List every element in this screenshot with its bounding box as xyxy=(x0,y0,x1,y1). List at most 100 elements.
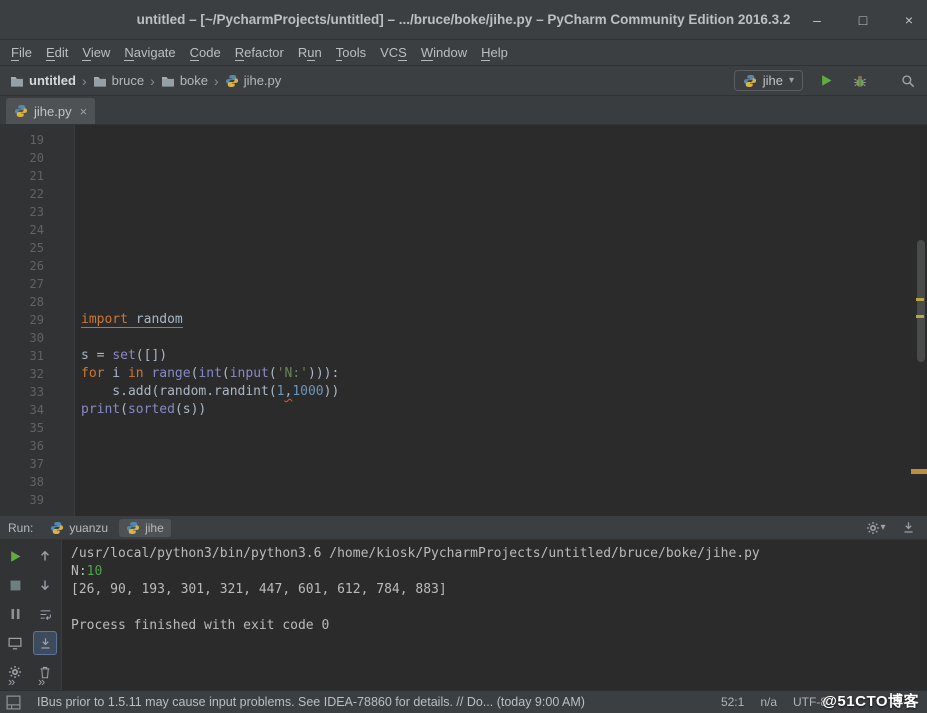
code-line[interactable]: 25 xyxy=(0,239,913,257)
status-message[interactable]: IBus prior to 1.5.11 may cause input pro… xyxy=(37,695,705,709)
run-button[interactable] xyxy=(815,70,837,92)
breadcrumb-item-untitled[interactable]: untitled xyxy=(8,72,78,89)
menu-item-view[interactable]: View xyxy=(75,45,117,61)
line-number[interactable]: 32 xyxy=(0,365,44,383)
menu-item-code[interactable]: Code xyxy=(183,45,228,61)
code-line[interactable]: 37 xyxy=(0,455,913,473)
line-number[interactable]: 39 xyxy=(0,491,44,509)
title-bar: untitled – [~/PycharmProjects/untitled] … xyxy=(0,0,927,40)
code-line[interactable]: 22 xyxy=(0,185,913,203)
minimize-button[interactable]: – xyxy=(809,11,825,29)
breadcrumb-separator-icon: › xyxy=(81,72,87,89)
run-console-output[interactable]: /usr/local/python3/bin/python3.6 /home/k… xyxy=(62,540,927,690)
line-number[interactable]: 22 xyxy=(0,185,44,203)
code-line[interactable]: 20 xyxy=(0,149,913,167)
maximize-button[interactable]: □ xyxy=(855,11,871,29)
line-number[interactable]: 35 xyxy=(0,419,44,437)
more-options-chevron[interactable]: » xyxy=(38,675,45,689)
line-number[interactable]: 29 xyxy=(0,311,44,329)
toolwindow-toggle-icon[interactable] xyxy=(6,694,21,710)
menu-item-window[interactable]: Window xyxy=(414,45,474,61)
code-line[interactable]: 26 xyxy=(0,257,913,275)
menu-item-refactor[interactable]: Refactor xyxy=(228,45,291,61)
code-line[interactable]: 39 xyxy=(0,491,913,509)
line-number[interactable]: 19 xyxy=(0,131,44,149)
code-line[interactable]: 33 s.add(random.randint(1,1000)) xyxy=(0,383,913,401)
breadcrumb-item-boke[interactable]: boke xyxy=(159,72,210,89)
line-number[interactable]: 21 xyxy=(0,167,44,185)
run-config-selector[interactable]: jihe ▾ xyxy=(733,70,803,91)
code-line[interactable]: 27 xyxy=(0,275,913,293)
line-number[interactable]: 27 xyxy=(0,275,44,293)
line-number[interactable]: 30 xyxy=(0,329,44,347)
line-number[interactable]: 33 xyxy=(0,383,44,401)
run-tab-yuanzu[interactable]: yuanzu xyxy=(43,519,115,537)
down-stack-trace-button[interactable] xyxy=(33,573,57,597)
editor-tab-jihe-py[interactable]: jihe.py × xyxy=(6,98,96,124)
menu-item-navigate[interactable]: Navigate xyxy=(117,45,182,61)
warning-stripe-mark[interactable] xyxy=(916,298,924,301)
stop-button[interactable] xyxy=(3,573,27,597)
caret-position-widget[interactable]: 52:1 xyxy=(721,695,744,709)
line-number[interactable]: 24 xyxy=(0,221,44,239)
line-number[interactable]: 36 xyxy=(0,437,44,455)
menu-item-help[interactable]: Help xyxy=(474,45,515,61)
navigation-bar: untitled › bruce › boke › jihe.py jihe ▾ xyxy=(0,66,927,96)
console-settings-button[interactable]: ▾ xyxy=(865,517,887,539)
close-button[interactable]: × xyxy=(901,11,917,29)
line-number[interactable]: 20 xyxy=(0,149,44,167)
restore-layout-button[interactable] xyxy=(3,631,27,655)
code-line[interactable]: 34 print(sorted(s)) xyxy=(0,401,913,419)
code-line[interactable]: 30 xyxy=(0,329,913,347)
breadcrumb-item-jihe-py[interactable]: jihe.py xyxy=(223,72,284,89)
folder-icon xyxy=(93,75,107,87)
editor[interactable]: 19 20 21 22 23 24 25 26 27 28 29 import random 30 31 s… xyxy=(0,125,927,516)
menu-item-vcs[interactable]: VCS xyxy=(373,45,414,61)
menu-item-edit[interactable]: Edit xyxy=(39,45,75,61)
code-line[interactable]: 38 xyxy=(0,473,913,491)
breadcrumb-item-bruce[interactable]: bruce xyxy=(91,72,147,89)
line-number[interactable]: 28 xyxy=(0,293,44,311)
line-number[interactable]: 31 xyxy=(0,347,44,365)
code-line[interactable]: 32 for i in range(int(input('N:'))): xyxy=(0,365,913,383)
run-tab-jihe[interactable]: jihe xyxy=(119,518,171,537)
warning-stripe-mark[interactable] xyxy=(916,315,924,318)
line-number[interactable]: 26 xyxy=(0,257,44,275)
line-number[interactable]: 38 xyxy=(0,473,44,491)
gear-icon xyxy=(866,521,880,535)
editor-scrollbar-thumb[interactable] xyxy=(917,240,925,362)
debug-button[interactable] xyxy=(849,70,871,92)
pause-output-button[interactable] xyxy=(3,602,27,626)
soft-wrap-button[interactable] xyxy=(33,602,57,626)
code-line[interactable]: 21 xyxy=(0,167,913,185)
code-line[interactable]: 29 import random xyxy=(0,311,913,329)
line-number[interactable]: 34 xyxy=(0,401,44,419)
code-line[interactable]: 35 xyxy=(0,419,913,437)
line-number[interactable]: 37 xyxy=(0,455,44,473)
line-number[interactable]: 23 xyxy=(0,203,44,221)
code-line[interactable]: 23 xyxy=(0,203,913,221)
up-stack-trace-button[interactable] xyxy=(33,544,57,568)
rerun-button[interactable] xyxy=(3,544,27,568)
code-line[interactable]: 28 xyxy=(0,293,913,311)
code-line[interactable]: 31 s = set([]) xyxy=(0,347,913,365)
menu-item-tools[interactable]: Tools xyxy=(329,45,373,61)
menu-item-run[interactable]: Run xyxy=(291,45,329,61)
more-options-chevron[interactable]: » xyxy=(8,675,15,689)
tab-close-icon[interactable]: × xyxy=(80,104,88,119)
scroll-to-end-button[interactable] xyxy=(33,631,57,655)
search-everywhere-button[interactable] xyxy=(897,70,919,92)
mnemonic-underline: T xyxy=(335,45,343,61)
code-line[interactable]: 36 xyxy=(0,437,913,455)
code-line[interactable]: 19 xyxy=(0,131,913,149)
code-line[interactable]: 24 xyxy=(0,221,913,239)
pin-tab-button[interactable] xyxy=(897,517,919,539)
breadcrumb-separator-icon: › xyxy=(214,72,219,89)
line-separator-widget[interactable]: n/a xyxy=(760,695,777,709)
line-number[interactable]: 25 xyxy=(0,239,44,257)
warning-stripe-mark[interactable] xyxy=(911,469,927,474)
play-icon xyxy=(820,74,833,87)
menu-item-file[interactable]: File xyxy=(4,45,39,61)
